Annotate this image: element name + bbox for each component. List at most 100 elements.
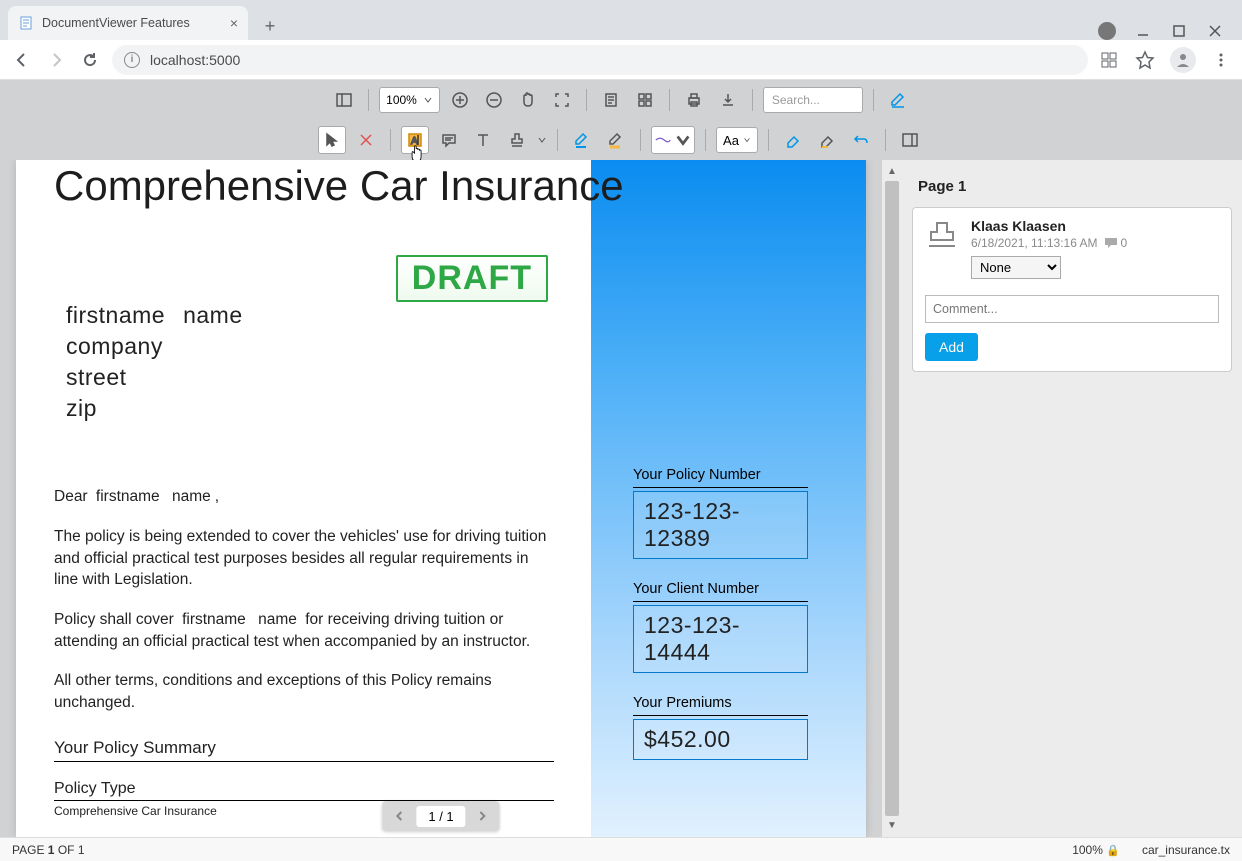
stamp-button[interactable] [503, 126, 531, 154]
toggle-sidebar-button[interactable] [330, 86, 358, 114]
comment-card: Klaas Klaasen 6/18/2021, 11:13:16 AM 0 N… [912, 207, 1232, 372]
undo-button[interactable] [847, 126, 875, 154]
browser-tab[interactable]: DocumentViewer Features × [8, 6, 248, 40]
merge-name: name [254, 611, 301, 628]
line-style-button[interactable] [651, 126, 695, 154]
nav-back-button[interactable] [10, 48, 34, 72]
merge-street: street [66, 362, 828, 393]
site-info-icon[interactable]: i [124, 52, 140, 68]
grid-view-button[interactable] [631, 86, 659, 114]
next-page-button[interactable] [472, 805, 494, 827]
body-paragraph-2a: Policy shall cover [54, 611, 174, 628]
text-annotation-button[interactable] [469, 126, 497, 154]
premiums-value: $452.00 [633, 719, 808, 760]
merge-zip: zip [66, 393, 828, 424]
toolbar-separator [557, 129, 558, 151]
new-tab-button[interactable]: + [256, 12, 284, 40]
nav-reload-button[interactable] [78, 48, 102, 72]
reply-count: 0 [1104, 236, 1128, 250]
download-button[interactable] [714, 86, 742, 114]
draft-stamp[interactable]: DRAFT [396, 255, 548, 302]
print-button[interactable] [680, 86, 708, 114]
reply-count-number: 0 [1121, 236, 1128, 250]
toolbar-separator [669, 89, 670, 111]
comment-author: Klaas Klaasen [971, 218, 1219, 234]
toggle-right-panel-button[interactable] [896, 126, 924, 154]
add-comment-button[interactable]: Add [925, 333, 978, 361]
merge-company: company [66, 331, 828, 362]
extensions-icon[interactable] [1098, 49, 1120, 71]
chevron-down-icon[interactable] [537, 135, 547, 145]
comment-status-select[interactable]: None [971, 256, 1061, 279]
comment-input[interactable] [925, 295, 1219, 323]
highlighter-yellow-button[interactable] [602, 126, 630, 154]
toolbar-separator [368, 89, 369, 111]
search-placeholder: Search... [772, 93, 820, 107]
lock-icon: 🔒 [1106, 845, 1120, 857]
highlight-text-button[interactable]: A [401, 126, 429, 154]
nav-forward-button[interactable] [44, 48, 68, 72]
highlighter-blue-button[interactable] [568, 126, 596, 154]
letter-body: Dear firstname name, The policy is being… [54, 486, 554, 714]
eraser-yellow-button[interactable] [813, 126, 841, 154]
status-bar: PAGE 1 OF 1 100% 🔒 car_insurance.tx [0, 837, 1242, 861]
document-viewport[interactable]: Comprehensive Car Insurance DRAFT firstn… [0, 160, 882, 837]
page-indicator: 1 / 1 [416, 806, 465, 827]
browser-menu-icon[interactable] [1210, 49, 1232, 71]
sidebar-page-label: Page 1 [918, 178, 1232, 195]
toolbar-separator [885, 129, 886, 151]
scroll-down-arrow[interactable]: ▼ [887, 820, 897, 831]
toolbar-separator [586, 89, 587, 111]
comment-button[interactable] [435, 126, 463, 154]
chevron-down-icon [423, 95, 433, 105]
merge-firstname: firstname [66, 300, 165, 331]
zoom-in-button[interactable] [446, 86, 474, 114]
merge-firstname: firstname [92, 488, 164, 505]
bookmark-star-icon[interactable] [1134, 49, 1156, 71]
zoom-select[interactable]: 100% [379, 87, 440, 113]
url-input[interactable]: i localhost:5000 [112, 45, 1088, 75]
search-input[interactable]: Search... [763, 87, 863, 113]
merge-firstname: firstname [178, 611, 250, 628]
profile-avatar-icon[interactable] [1170, 47, 1196, 73]
policy-summary-header: Your Policy Summary [54, 738, 554, 762]
address-block: firstname name company street zip [66, 300, 828, 424]
toolbar-row-2: A Aa [0, 120, 1242, 160]
toolbar-row-1: 100% Search... [0, 80, 1242, 120]
page-content: Comprehensive Car Insurance DRAFT firstn… [16, 160, 866, 837]
vertical-scrollbar[interactable]: ▲ ▼ [882, 160, 902, 837]
toolbar-separator [873, 89, 874, 111]
toolbar-separator [640, 129, 641, 151]
single-page-button[interactable] [597, 86, 625, 114]
chevron-down-icon [743, 136, 751, 144]
tab-close-icon[interactable]: × [230, 15, 238, 31]
eraser-button[interactable] [779, 126, 807, 154]
incognito-icon[interactable] [1098, 22, 1116, 40]
select-tool-button[interactable] [318, 126, 346, 154]
delete-annotation-button[interactable] [352, 126, 380, 154]
close-window-button[interactable] [1206, 22, 1224, 40]
salutation-suffix: , [215, 488, 219, 505]
pan-hand-button[interactable] [514, 86, 542, 114]
merge-name: name [183, 300, 243, 331]
maximize-button[interactable] [1170, 22, 1188, 40]
policy-number-value: 123-123-12389 [633, 491, 808, 559]
zoom-out-button[interactable] [480, 86, 508, 114]
prev-page-button[interactable] [388, 805, 410, 827]
toolbar-separator [705, 129, 706, 151]
scroll-thumb[interactable] [885, 181, 899, 816]
scroll-up-arrow[interactable]: ▲ [887, 166, 897, 177]
font-style-button[interactable]: Aa [716, 127, 758, 153]
minimize-button[interactable] [1134, 22, 1152, 40]
toolbar-separator [752, 89, 753, 111]
client-number-label: Your Client Number [633, 581, 808, 602]
font-label: Aa [723, 133, 739, 148]
fullscreen-button[interactable] [548, 86, 576, 114]
comment-timestamp: 6/18/2021, 11:13:16 AM [971, 236, 1098, 250]
edit-annotations-button[interactable] [884, 86, 912, 114]
policy-info-boxes: Your Policy Number 123-123-12389 Your Cl… [633, 445, 808, 760]
page-nav-pill: 1 / 1 [382, 801, 499, 831]
client-number-value: 123-123-14444 [633, 605, 808, 673]
policy-number-label: Your Policy Number [633, 467, 808, 488]
browser-address-bar: i localhost:5000 [0, 40, 1242, 80]
